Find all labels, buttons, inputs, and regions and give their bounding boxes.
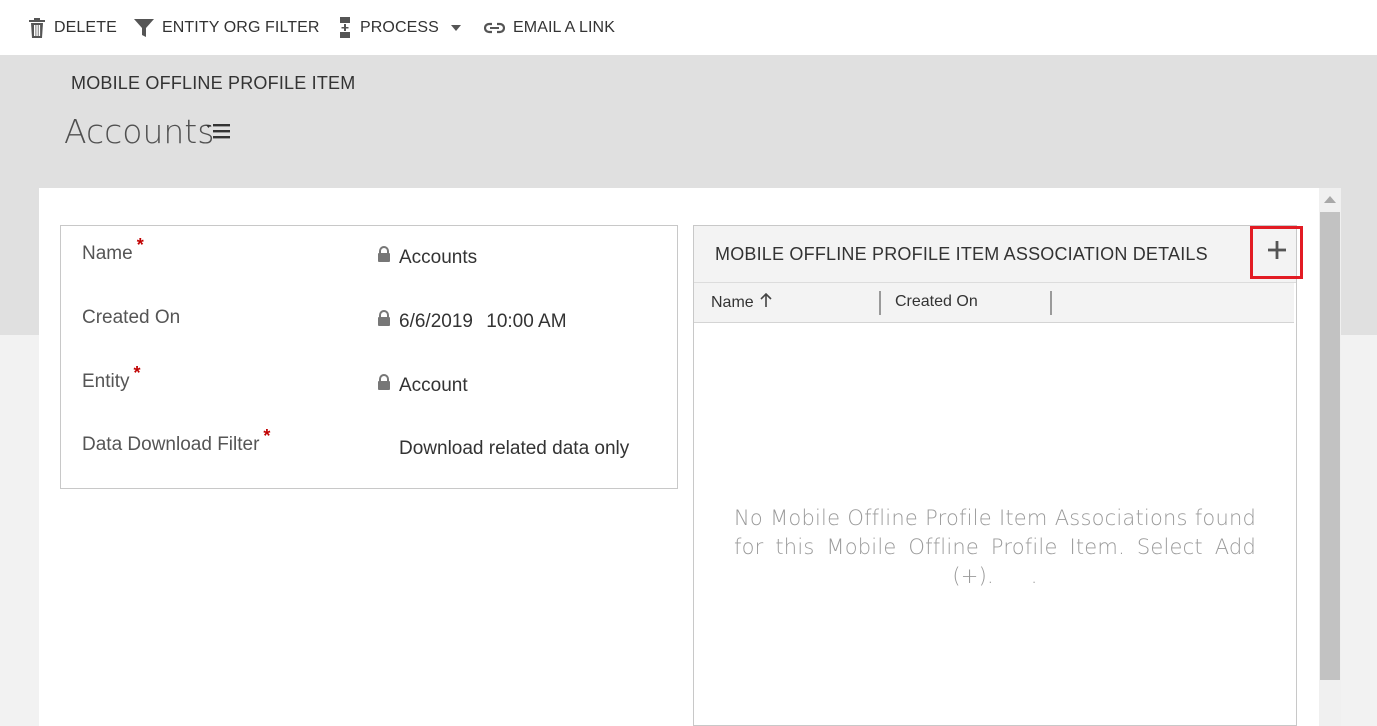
created-on-date: 6/6/2019 — [399, 311, 473, 332]
vertical-scrollbar[interactable] — [1319, 188, 1341, 726]
name-field-value: Accounts — [399, 247, 478, 268]
name-label-text: Name — [82, 243, 133, 264]
list-menu-icon[interactable] — [206, 122, 232, 147]
data-download-filter-label-text: Data Download Filter — [82, 434, 260, 455]
filter-icon — [134, 18, 154, 38]
created-on-field-value: 6/6/2019 10:00 AM — [399, 311, 567, 333]
required-marker: * — [133, 363, 141, 383]
lock-icon — [377, 246, 391, 268]
column-separator[interactable] — [879, 291, 881, 315]
delete-button[interactable]: DELETE — [28, 0, 117, 55]
created-on-field-label: Created On — [82, 307, 181, 328]
subgrid-column-headers: Name Created On — [694, 283, 1294, 323]
scroll-up-arrow-icon[interactable] — [1324, 196, 1336, 203]
delete-label: DELETE — [54, 18, 117, 36]
entity-label-text: Entity — [82, 371, 130, 392]
entity-field-value: Account — [399, 375, 468, 396]
entity-type-label: MOBILE OFFLINE PROFILE ITEM — [71, 73, 356, 93]
empty-state-text: No Mobile Offline Profile Item Associati… — [734, 506, 1256, 588]
sort-up-arrow-icon — [760, 292, 772, 312]
process-label: PROCESS — [360, 18, 439, 36]
association-details-subgrid: MOBILE OFFLINE PROFILE ITEM ASSOCIATION … — [693, 225, 1303, 726]
scroll-thumb[interactable] — [1320, 212, 1340, 680]
trash-icon — [28, 17, 46, 38]
entity-org-filter-label: ENTITY ORG FILTER — [162, 18, 320, 36]
lock-icon — [377, 374, 391, 396]
entity-org-filter-button[interactable]: ENTITY ORG FILTER — [134, 0, 320, 55]
process-button[interactable]: PROCESS — [338, 0, 461, 55]
process-icon — [338, 16, 352, 39]
name-field-label: Name * — [82, 235, 144, 265]
command-bar: DELETE ENTITY ORG FILTER PROCESS EMAIL A… — [0, 0, 1377, 55]
column-header-created-on-label: Created On — [895, 293, 978, 310]
email-a-link-label: EMAIL A LINK — [513, 18, 615, 36]
column-header-name[interactable]: Name — [711, 292, 772, 312]
created-on-time: 10:00 AM — [486, 311, 567, 332]
email-a-link-button[interactable]: EMAIL A LINK — [484, 0, 615, 55]
link-icon — [484, 22, 505, 34]
chevron-down-icon — [450, 24, 461, 31]
required-marker: * — [263, 426, 271, 446]
general-fields-section: Name * Accounts Created On 6/6/2019 10:00… — [60, 225, 678, 489]
entity-field-label: Entity * — [82, 363, 141, 393]
empty-state-message: No Mobile Offline Profile Item Associati… — [734, 504, 1256, 591]
subgrid-header: MOBILE OFFLINE PROFILE ITEM ASSOCIATION … — [694, 226, 1296, 283]
lock-icon — [377, 310, 391, 332]
column-header-created-on[interactable]: Created On — [895, 293, 978, 311]
page-title: Accounts — [64, 112, 215, 151]
required-marker: * — [136, 235, 144, 255]
add-record-button[interactable] — [1250, 226, 1303, 279]
column-separator[interactable] — [1050, 291, 1052, 315]
column-header-name-label: Name — [711, 293, 754, 311]
subgrid-title: MOBILE OFFLINE PROFILE ITEM ASSOCIATION … — [715, 244, 1208, 264]
data-download-filter-field-value[interactable]: Download related data only — [399, 438, 629, 460]
plus-icon — [1267, 241, 1286, 264]
empty-state-trailing-dot: . — [1030, 564, 1038, 588]
data-download-filter-field-label: Data Download Filter * — [82, 426, 270, 456]
